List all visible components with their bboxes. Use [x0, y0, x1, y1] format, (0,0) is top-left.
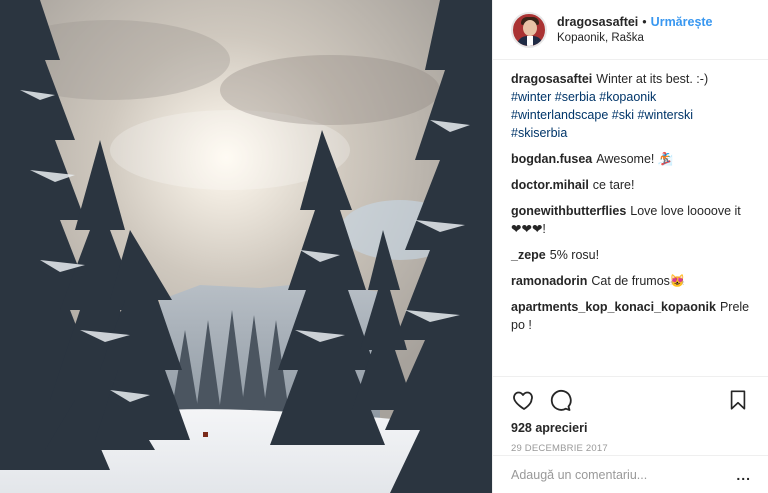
more-options-button[interactable]: ...: [736, 467, 751, 483]
caption: dragosasaftei Winter at its best. :-) #wi…: [511, 70, 750, 142]
separator-dot: •: [642, 14, 647, 29]
comment-item: doctor.mihail ce tare!: [511, 176, 750, 194]
comment-item: ramonadorin Cat de frumos😻: [511, 272, 750, 290]
comment-item: bogdan.fusea Awesome! 🏂: [511, 150, 750, 168]
post-location[interactable]: Kopaonik, Raška: [557, 30, 713, 46]
post-sidebar: dragosasaftei • Urmărește Kopaonik, Rašk…: [492, 0, 768, 493]
avatar[interactable]: [511, 11, 547, 48]
add-comment-bar: ...: [493, 455, 768, 493]
post-username[interactable]: dragosasaftei: [557, 14, 638, 30]
comment-item: gonewithbutterflies Love love loooove it …: [511, 202, 750, 238]
hashtag[interactable]: #kopaonik: [599, 90, 656, 104]
comment-user[interactable]: dragosasaftei: [511, 72, 592, 86]
likes-count[interactable]: 928 aprecieri: [511, 421, 751, 435]
comment-user[interactable]: gonewithbutterflies: [511, 204, 626, 218]
winter-forest-image: [0, 0, 492, 493]
comment-user[interactable]: doctor.mihail: [511, 178, 589, 192]
caption-text: Winter at its best. :-): [596, 72, 709, 86]
comment-icon[interactable]: [547, 387, 573, 413]
comment-user[interactable]: ramonadorin: [511, 274, 587, 288]
comments-list: dragosasaftei Winter at its best. :-) #wi…: [493, 60, 768, 376]
comment-text: ce tare!: [592, 178, 635, 192]
post-photo[interactable]: [0, 0, 492, 493]
comment-text: 5% rosu!: [549, 248, 600, 262]
comment-text: Awesome! 🏂: [596, 152, 674, 166]
post-header: dragosasaftei • Urmărește Kopaonik, Rašk…: [493, 0, 768, 60]
comment-user[interactable]: bogdan.fusea: [511, 152, 592, 166]
hashtag[interactable]: #winterlandscape: [511, 108, 608, 122]
hashtag[interactable]: #winterski: [638, 108, 694, 122]
heart-icon[interactable]: [511, 387, 537, 413]
post-actions: 928 aprecieri 29 DECEMBRIE 2017: [493, 376, 768, 454]
hashtag[interactable]: #winter: [511, 90, 551, 104]
comment-item: _zepe 5% rosu!: [511, 246, 750, 264]
comment-text: Cat de frumos😻: [591, 274, 686, 288]
bookmark-icon[interactable]: [725, 387, 751, 413]
hashtag[interactable]: #skiserbia: [511, 126, 567, 140]
comment-input[interactable]: [511, 467, 737, 482]
hashtag[interactable]: #serbia: [555, 90, 596, 104]
follow-button[interactable]: Urmărește: [651, 14, 713, 30]
comment-user[interactable]: apartments_kop_konaci_kopaonik: [511, 300, 716, 314]
comment-item: apartments_kop_konaci_kopaonik Prelepo !: [511, 298, 750, 334]
comment-user[interactable]: _zepe: [511, 248, 546, 262]
post-date: 29 DECEMBRIE 2017: [511, 443, 608, 454]
hashtag[interactable]: #ski: [612, 108, 634, 122]
